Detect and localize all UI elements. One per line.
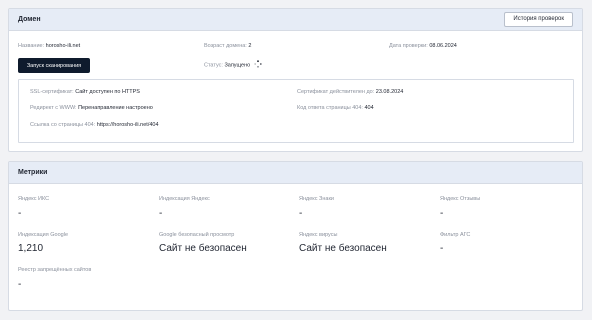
metric-value: - [18, 208, 22, 219]
link404-value[interactable]: https://horosho-ili.net/404 [97, 122, 159, 128]
ssl-label: SSL-сертификат: [30, 89, 74, 95]
metric-label: Яндекс вирусы [299, 232, 338, 238]
metrics-card-title: Метрики [18, 169, 48, 176]
metric-google-safe-browsing: Google безопасный просмотр Сайт не безоп… [159, 232, 247, 254]
metric-label: Яндекс ИКС [18, 196, 50, 202]
metric-yandex-indexing: Индексация Яндекс - [159, 196, 210, 219]
status-value: Запущено [224, 62, 251, 69]
metric-yandex-viruses: Яндекс вирусы Сайт не безопасен [299, 232, 387, 254]
metric-value: - [440, 243, 444, 254]
metric-value: Сайт не безопасен [299, 243, 387, 254]
start-scan-button[interactable]: Запуск сканирования [18, 58, 90, 73]
domain-card-header: Домен История проверок [9, 9, 582, 31]
metric-google-indexing: Индексация Google 1,210 [18, 232, 68, 254]
link404-row: Ссылка со страницы 404: https://horosho-… [30, 122, 159, 128]
history-button[interactable]: История проверок [504, 12, 573, 27]
code404-label: Код ответа страницы 404: [297, 105, 363, 111]
domain-card: Домен История проверок Название: horosho… [8, 8, 583, 152]
metric-label: Google безопасный просмотр [159, 232, 235, 238]
ssl-value: Сайт доступен по HTTPS [75, 89, 140, 95]
metric-label: Яндекс Знаки [299, 196, 334, 202]
domain-age-row: Возраст домена: 2 [204, 43, 251, 49]
metric-label: Индексация Google [18, 232, 68, 238]
cert-row: Сертификат действителен до: 23.08.2024 [297, 89, 403, 95]
domain-name-row: Название: horosho-ili.net [18, 43, 80, 49]
domain-card-title: Домен [18, 16, 41, 23]
domain-age-value: 2 [248, 43, 252, 49]
code404-row: Код ответа страницы 404: 404 [297, 105, 374, 111]
status-row: Статус: Запущено [204, 60, 262, 70]
metric-value: - [440, 208, 444, 219]
redirect-value: Перенаправление настроено [78, 105, 153, 111]
metric-yandex-reviews: Яндекс Отзывы - [440, 196, 480, 219]
check-date-value: 08.06.2024 [429, 43, 457, 49]
domain-age-label: Возраст домена: [204, 43, 247, 49]
metric-yandex-iks: Яндекс ИКС - [18, 196, 49, 219]
metrics-card: Метрики Яндекс ИКС - Индексация Яндекс -… [8, 161, 583, 311]
check-date-label: Дата проверки: [389, 43, 428, 49]
ssl-row: SSL-сертификат: Сайт доступен по HTTPS [30, 89, 140, 95]
metric-value: - [159, 208, 163, 219]
metric-value: 1,210 [18, 243, 44, 254]
metric-label: Фильтр АГС [440, 232, 471, 238]
metric-value: Сайт не безопасен [159, 243, 247, 254]
redirect-row: Редирект с WWW: Перенаправление настроен… [30, 105, 153, 111]
code404-value: 404 [364, 105, 374, 111]
metric-label: Яндекс Отзывы [440, 196, 481, 202]
cert-value: 23.08.2024 [375, 89, 404, 95]
metric-label: Индексация Яндекс [159, 196, 210, 202]
metric-ags-filter: Фильтр АГС - [440, 232, 470, 254]
redirect-label: Редирект с WWW: [30, 105, 77, 111]
link404-label: Ссылка со страницы 404: [30, 122, 96, 128]
metric-value: - [18, 279, 22, 290]
domain-details-box: SSL-сертификат: Сайт доступен по HTTPS С… [18, 79, 574, 143]
metric-value: - [299, 208, 303, 219]
check-date-row: Дата проверки: 08.06.2024 [389, 43, 457, 49]
status-label: Статус: [204, 62, 223, 69]
metric-label: Реестр запрещённых сайтов [18, 267, 92, 273]
domain-name-label: Название: [18, 43, 45, 49]
metric-yandex-znaki: Яндекс Знаки - [299, 196, 334, 219]
domain-name-value: horosho-ili.net [45, 43, 81, 49]
metrics-card-header: Метрики [9, 162, 582, 184]
loading-spinner-icon [254, 60, 262, 70]
cert-label: Сертификат действителен до: [297, 89, 375, 95]
metric-banned-registry: Реестр запрещённых сайтов - [18, 267, 91, 290]
